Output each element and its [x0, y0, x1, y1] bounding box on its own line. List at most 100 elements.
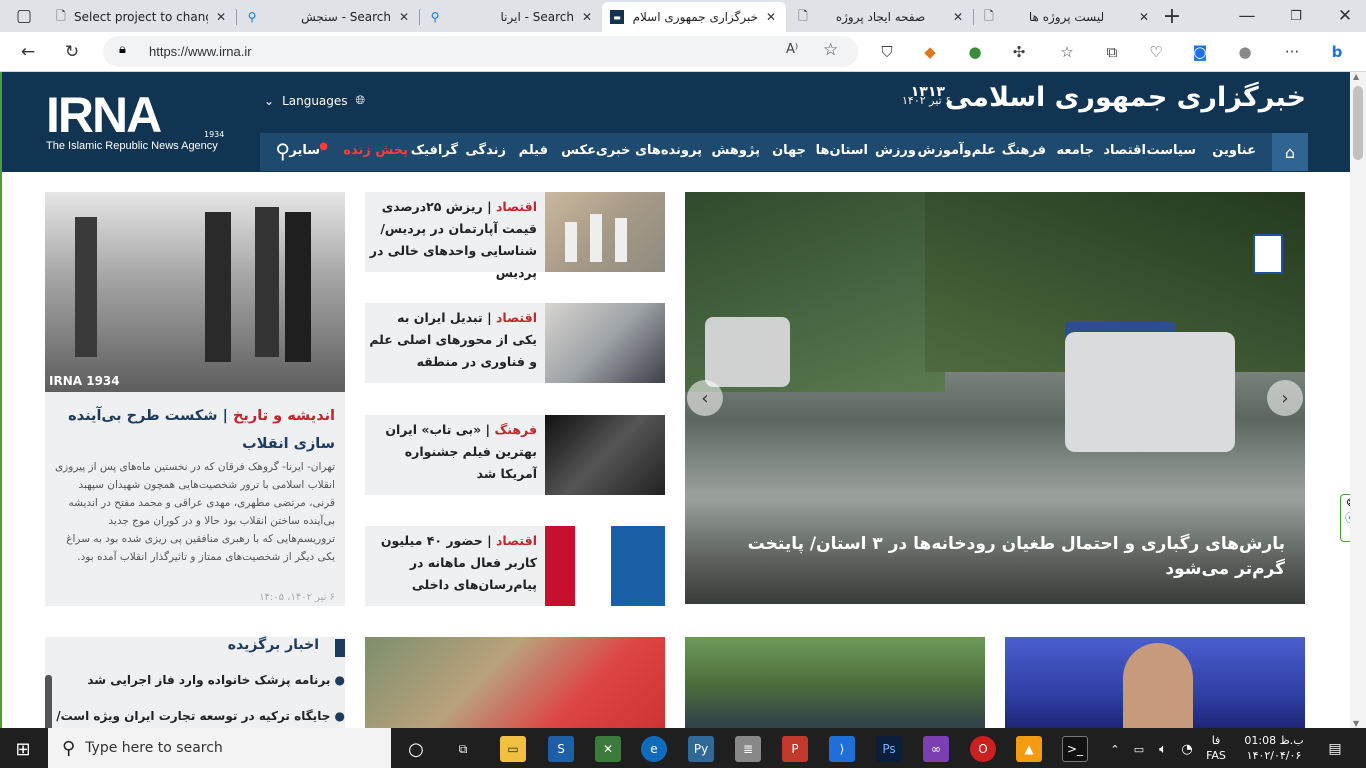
- tab-4-active[interactable]: ▬ خبرگزاری جمهوری اسلام ✕: [602, 2, 786, 32]
- edge-bar-icon[interactable]: ◙: [1188, 40, 1212, 64]
- refresh-icon[interactable]: ↻: [60, 40, 84, 64]
- file-explorer-icon[interactable]: ▭: [500, 736, 526, 762]
- more-menu-icon[interactable]: ···: [1280, 40, 1304, 64]
- news-item-4[interactable]: اقتصاد | حضور ۴۰ میلیون کاربر فعال ماهان…: [365, 526, 665, 606]
- bottom-photo-minister[interactable]: [1005, 637, 1305, 728]
- collections-icon[interactable]: ⧉: [1100, 40, 1124, 64]
- bottom-photo-elders[interactable]: [685, 637, 985, 728]
- hero-headline[interactable]: بارش‌های رگباری و احتمال طغیان رودخانه‌ه…: [725, 532, 1285, 582]
- tab-2[interactable]: ⚲ سنجش - Search ✕: [237, 2, 419, 32]
- nav-item[interactable]: اقتصاد: [1103, 143, 1146, 158]
- favorites-icon[interactable]: ☆: [1055, 40, 1079, 64]
- nav-item[interactable]: جهان: [772, 143, 806, 158]
- opera-icon[interactable]: O: [970, 736, 996, 762]
- metamask-icon[interactable]: ◆: [918, 40, 942, 64]
- edge-icon[interactable]: ⓔ: [1341, 509, 1350, 526]
- bing-chat-icon[interactable]: b: [1325, 40, 1349, 64]
- nav-item-live[interactable]: پخش زنده: [343, 143, 408, 158]
- battery-icon[interactable]: ▭: [1126, 736, 1152, 762]
- vlc-icon[interactable]: ▲: [1016, 736, 1042, 762]
- close-icon[interactable]: ✕: [397, 10, 411, 24]
- python-icon[interactable]: Py: [688, 736, 714, 762]
- app-excel-like-icon[interactable]: ✕: [595, 736, 621, 762]
- nav-item[interactable]: سیاست: [1146, 143, 1196, 158]
- close-icon[interactable]: ✕: [951, 10, 965, 24]
- scroll-up-icon[interactable]: ▲: [1353, 72, 1359, 81]
- chevron-up-icon[interactable]: ⌃: [1102, 736, 1128, 762]
- news-item-1[interactable]: اقتصاد | ریزش ۲۵درصدی قیمت آپارتمان در پ…: [365, 192, 665, 280]
- volume-icon[interactable]: 🔈︎: [1150, 736, 1176, 762]
- home-icon[interactable]: ⌂: [1272, 133, 1308, 171]
- nav-item[interactable]: استان‌ها: [816, 143, 868, 158]
- feature-card[interactable]: IRNA 1934 اندیشه و تاریخ | شکست طرح بی‌آ…: [45, 192, 345, 606]
- tab-actions-icon[interactable]: ▢: [12, 4, 36, 28]
- windows-start-icon[interactable]: ⊞: [10, 736, 36, 762]
- chevron-left-icon[interactable]: ‹: [687, 380, 723, 416]
- back-icon[interactable]: ←: [16, 40, 40, 64]
- restore-icon[interactable]: ❐: [1284, 4, 1308, 28]
- app-s-icon[interactable]: S: [548, 736, 574, 762]
- languages-dropdown[interactable]: ⌄ Languages 🌐︎: [264, 93, 365, 108]
- window-close-icon[interactable]: ✕: [1333, 4, 1357, 28]
- visual-studio-icon[interactable]: ∞: [923, 736, 949, 762]
- language-indicator[interactable]: فا FAS: [1202, 733, 1230, 763]
- close-icon[interactable]: ✕: [1137, 10, 1151, 24]
- picked-item-1[interactable]: ● برنامه پزشک خانواده وارد فاز اجرایی شد: [55, 673, 345, 687]
- taskbar-search[interactable]: ⚲ Type here to search: [48, 728, 391, 768]
- photoshop-icon[interactable]: Ps: [876, 736, 902, 762]
- picked-scrollbar[interactable]: [45, 675, 52, 728]
- nav-item[interactable]: عناوین: [1212, 143, 1256, 158]
- scroll-down-icon[interactable]: ▼: [1353, 719, 1359, 728]
- chevron-right-icon[interactable]: ›: [1267, 380, 1303, 416]
- close-icon[interactable]: ✕: [214, 10, 228, 24]
- extension-globe-icon[interactable]: ●: [963, 40, 987, 64]
- clock[interactable]: ب.ظ 01:08 ۱۴۰۲/۰۴/۰۶: [1236, 733, 1312, 763]
- close-icon[interactable]: ⊗: [1341, 495, 1350, 509]
- nav-item[interactable]: فرهنگ: [1002, 143, 1046, 158]
- nav-item[interactable]: جامعه: [1056, 143, 1094, 158]
- nav-item[interactable]: فیلم: [519, 143, 548, 158]
- nav-item[interactable]: ورزش: [875, 143, 916, 158]
- vscode-icon[interactable]: ⟩: [829, 736, 855, 762]
- bottom-photo-money[interactable]: [365, 637, 665, 728]
- new-tab-icon[interactable]: +: [1160, 4, 1184, 29]
- database-icon[interactable]: ≣: [735, 736, 761, 762]
- search-icon[interactable]: ⚲: [275, 139, 290, 163]
- news-item-3[interactable]: فرهنگ | «بی تاب» ایران بهترین فیلم جشنوا…: [365, 415, 665, 495]
- favorite-star-icon[interactable]: ☆: [823, 40, 838, 60]
- close-icon[interactable]: ✕: [580, 10, 594, 24]
- side-widget[interactable]: ⊗ ⓔ: [1340, 494, 1350, 542]
- tab-5[interactable]: 🗋 صفحه ایجاد پروژه ✕: [788, 2, 973, 32]
- irna-logo[interactable]: IRNA 1934 The Islamic Republic News Agen…: [46, 90, 236, 152]
- nav-item[interactable]: زندگی: [465, 143, 506, 158]
- nav-item[interactable]: گرافیک: [411, 143, 458, 158]
- close-icon[interactable]: ✕: [764, 10, 778, 24]
- wifi-icon[interactable]: ◔: [1174, 736, 1200, 762]
- terminal-icon[interactable]: >_: [1062, 736, 1088, 762]
- read-aloud-icon[interactable]: A⁾: [786, 42, 798, 57]
- performance-icon[interactable]: ♡: [1144, 40, 1168, 64]
- cortana-icon[interactable]: ○: [403, 736, 429, 762]
- news-item-2[interactable]: اقتصاد | تبدیل ایران به یکی از محورهای ا…: [365, 303, 665, 383]
- edge-taskbar-icon[interactable]: e: [641, 736, 667, 762]
- hero-slider[interactable]: ‹ › بارش‌های رگباری و احتمال طغیان رودخا…: [685, 192, 1305, 604]
- shield-icon[interactable]: ⛉: [875, 40, 899, 64]
- nav-item[interactable]: پژوهش: [712, 143, 760, 158]
- nav-item[interactable]: پرونده‌های خبری: [596, 143, 702, 158]
- minimize-icon[interactable]: —: [1235, 4, 1259, 28]
- app-p-icon[interactable]: P: [782, 736, 808, 762]
- scrollbar-thumb[interactable]: [1353, 86, 1363, 160]
- tab-3[interactable]: ⚲ ایرنا - Search ✕: [420, 2, 602, 32]
- nav-item[interactable]: سایر: [289, 143, 320, 158]
- url-field[interactable]: 🔒︎ https://www.irna.ir A⁾ ☆: [103, 36, 858, 67]
- notification-icon[interactable]: ▤: [1322, 736, 1348, 762]
- extensions-puzzle-icon[interactable]: ✣: [1007, 40, 1031, 64]
- picked-item-2[interactable]: ● جایگاه ترکیه در توسعه تجارت ایران ویژه…: [55, 709, 345, 723]
- nav-item[interactable]: علم‌وآموزش: [917, 143, 996, 158]
- nav-item[interactable]: عکس: [561, 143, 596, 158]
- task-view-icon[interactable]: ⧉: [450, 736, 476, 762]
- tab-1[interactable]: 🗋 Select project to chang ✕: [46, 2, 236, 32]
- page-scrollbar[interactable]: ▲ ▼: [1350, 72, 1366, 728]
- tab-6[interactable]: 🗋 لیست پروژه ها ✕: [974, 2, 1159, 32]
- profile-avatar-icon[interactable]: ●: [1233, 40, 1257, 64]
